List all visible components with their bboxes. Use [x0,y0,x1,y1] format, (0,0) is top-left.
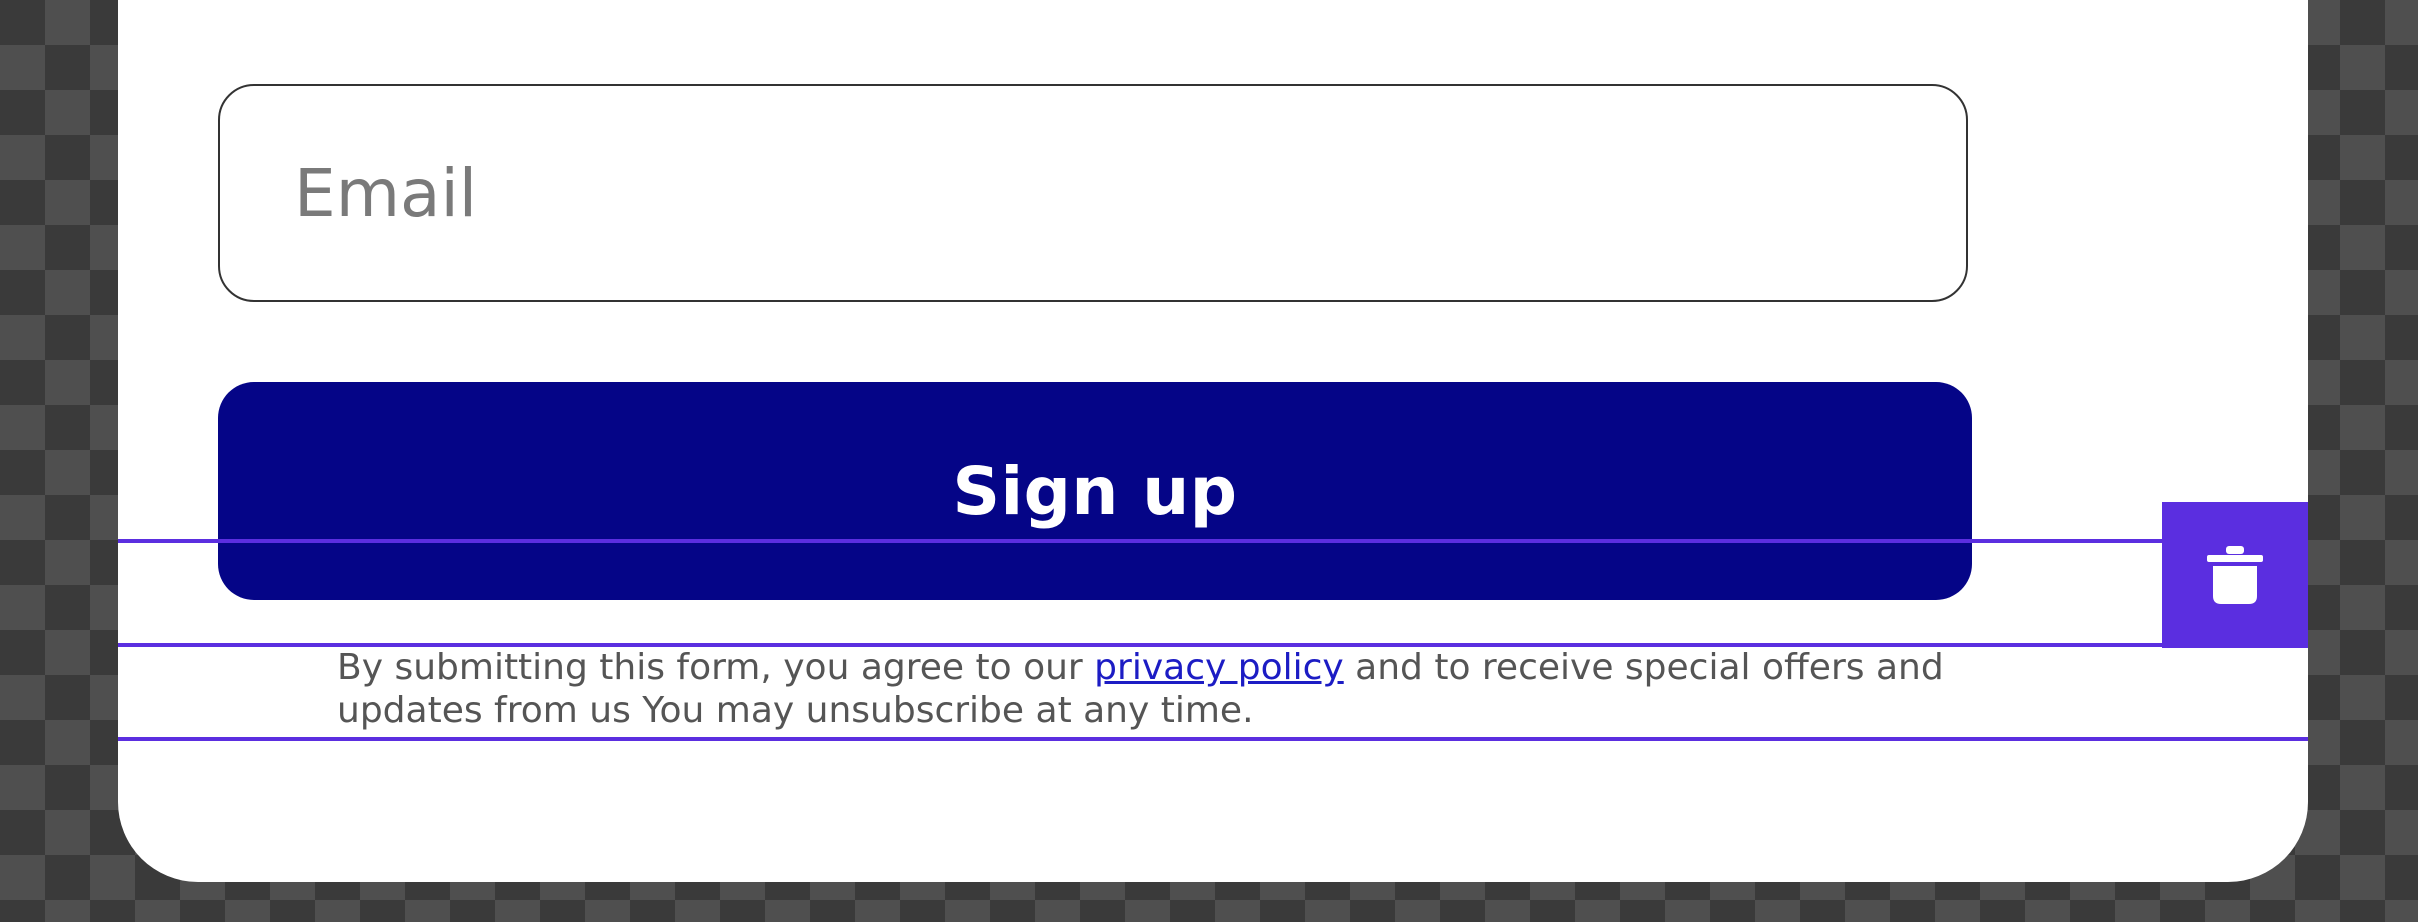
disclaimer-line-1: By submitting this form, you agree to ou… [337,646,2037,689]
block-outline-top [118,539,2308,543]
delete-block-button[interactable] [2162,502,2308,648]
trash-icon [2207,546,2263,604]
disclaimer-line-2: updates from us You may unsubscribe at a… [337,690,1254,731]
block-outline-bottom [118,737,2308,741]
privacy-disclaimer: By submitting this form, you agree to ou… [337,646,2037,732]
disclaimer-text-after-link: and to receive special offers and [1343,647,1944,688]
email-input[interactable] [218,84,1968,302]
disclaimer-text-before-link: By submitting this form, you agree to ou… [337,647,1095,688]
selected-spacer-block[interactable] [118,541,2162,645]
privacy-policy-link[interactable]: privacy policy [1094,647,1344,688]
